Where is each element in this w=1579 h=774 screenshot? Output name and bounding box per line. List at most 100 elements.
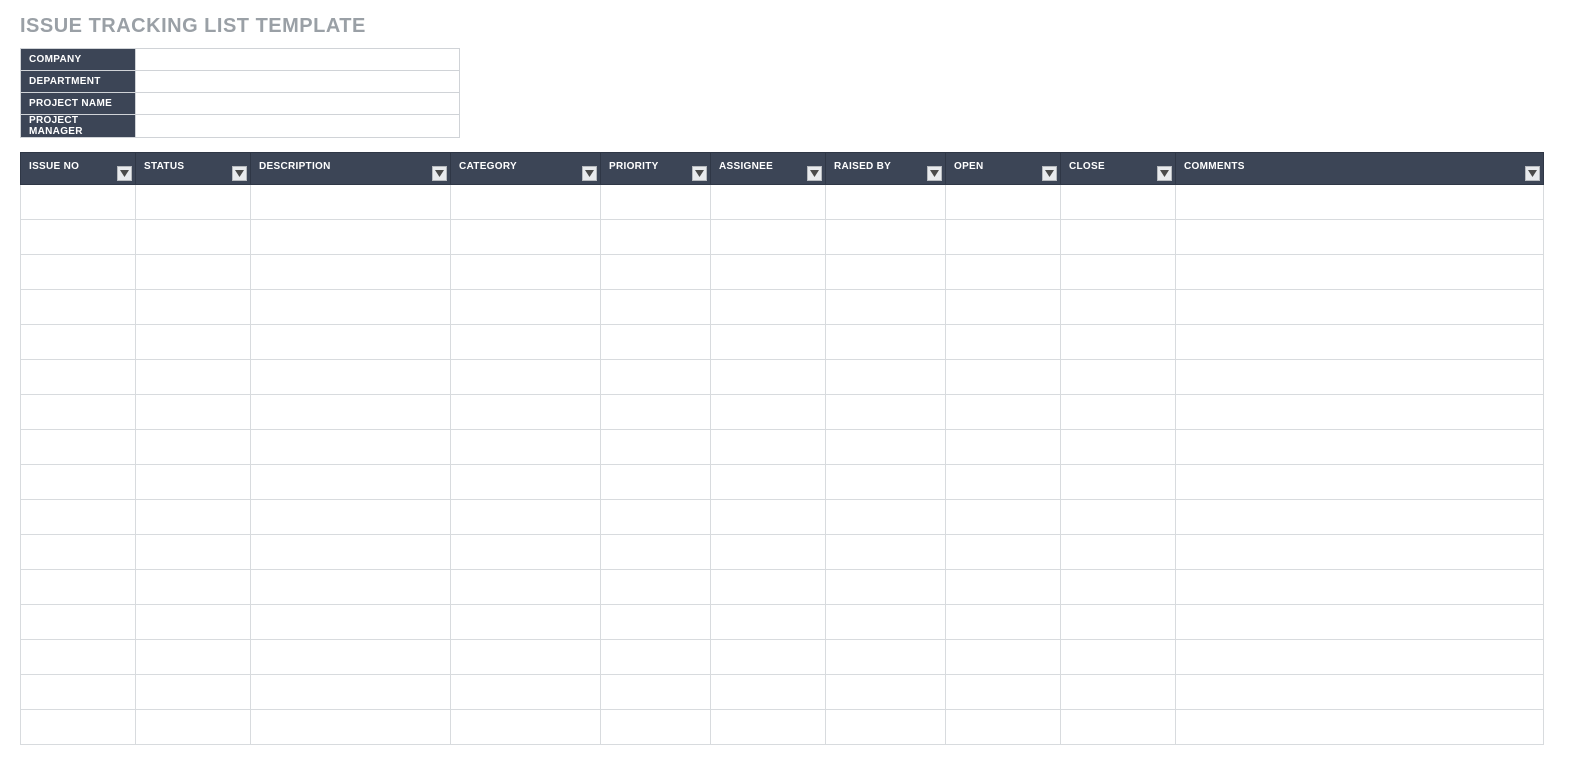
cell-close[interactable] (1061, 290, 1176, 325)
cell-category[interactable] (451, 675, 601, 710)
cell-priority[interactable] (601, 500, 711, 535)
cell-assignee[interactable] (711, 185, 826, 220)
cell-raised_by[interactable] (826, 360, 946, 395)
cell-issue_no[interactable] (21, 430, 136, 465)
cell-open[interactable] (946, 220, 1061, 255)
cell-raised_by[interactable] (826, 465, 946, 500)
cell-comments[interactable] (1176, 675, 1544, 710)
cell-open[interactable] (946, 255, 1061, 290)
cell-close[interactable] (1061, 605, 1176, 640)
cell-priority[interactable] (601, 290, 711, 325)
filter-dropdown-icon[interactable] (927, 166, 942, 181)
cell-comments[interactable] (1176, 395, 1544, 430)
cell-close[interactable] (1061, 535, 1176, 570)
cell-open[interactable] (946, 605, 1061, 640)
cell-close[interactable] (1061, 395, 1176, 430)
cell-open[interactable] (946, 465, 1061, 500)
cell-priority[interactable] (601, 395, 711, 430)
cell-description[interactable] (251, 220, 451, 255)
cell-category[interactable] (451, 185, 601, 220)
cell-issue_no[interactable] (21, 710, 136, 745)
meta-value-project-name[interactable] (136, 93, 460, 115)
cell-close[interactable] (1061, 325, 1176, 360)
cell-priority[interactable] (601, 430, 711, 465)
cell-priority[interactable] (601, 325, 711, 360)
cell-status[interactable] (136, 325, 251, 360)
cell-close[interactable] (1061, 640, 1176, 675)
cell-comments[interactable] (1176, 360, 1544, 395)
cell-issue_no[interactable] (21, 535, 136, 570)
cell-priority[interactable] (601, 185, 711, 220)
cell-open[interactable] (946, 430, 1061, 465)
cell-assignee[interactable] (711, 605, 826, 640)
cell-open[interactable] (946, 535, 1061, 570)
cell-issue_no[interactable] (21, 570, 136, 605)
filter-dropdown-icon[interactable] (1157, 166, 1172, 181)
cell-description[interactable] (251, 640, 451, 675)
cell-status[interactable] (136, 360, 251, 395)
cell-open[interactable] (946, 360, 1061, 395)
cell-status[interactable] (136, 220, 251, 255)
cell-category[interactable] (451, 220, 601, 255)
cell-description[interactable] (251, 675, 451, 710)
cell-assignee[interactable] (711, 325, 826, 360)
cell-assignee[interactable] (711, 430, 826, 465)
cell-description[interactable] (251, 395, 451, 430)
cell-comments[interactable] (1176, 710, 1544, 745)
cell-issue_no[interactable] (21, 465, 136, 500)
cell-description[interactable] (251, 605, 451, 640)
cell-category[interactable] (451, 290, 601, 325)
cell-description[interactable] (251, 710, 451, 745)
cell-category[interactable] (451, 255, 601, 290)
cell-comments[interactable] (1176, 640, 1544, 675)
cell-assignee[interactable] (711, 395, 826, 430)
cell-close[interactable] (1061, 255, 1176, 290)
cell-category[interactable] (451, 710, 601, 745)
cell-assignee[interactable] (711, 675, 826, 710)
cell-issue_no[interactable] (21, 255, 136, 290)
cell-raised_by[interactable] (826, 220, 946, 255)
cell-open[interactable] (946, 675, 1061, 710)
meta-value-project-manager[interactable] (136, 115, 460, 138)
cell-issue_no[interactable] (21, 395, 136, 430)
cell-raised_by[interactable] (826, 605, 946, 640)
cell-raised_by[interactable] (826, 500, 946, 535)
cell-issue_no[interactable] (21, 675, 136, 710)
cell-category[interactable] (451, 395, 601, 430)
cell-status[interactable] (136, 605, 251, 640)
cell-description[interactable] (251, 185, 451, 220)
cell-open[interactable] (946, 290, 1061, 325)
cell-issue_no[interactable] (21, 290, 136, 325)
filter-dropdown-icon[interactable] (232, 166, 247, 181)
cell-status[interactable] (136, 710, 251, 745)
cell-category[interactable] (451, 360, 601, 395)
cell-raised_by[interactable] (826, 255, 946, 290)
filter-dropdown-icon[interactable] (1525, 166, 1540, 181)
meta-value-department[interactable] (136, 71, 460, 93)
cell-close[interactable] (1061, 185, 1176, 220)
cell-open[interactable] (946, 570, 1061, 605)
filter-dropdown-icon[interactable] (432, 166, 447, 181)
cell-description[interactable] (251, 465, 451, 500)
cell-issue_no[interactable] (21, 360, 136, 395)
cell-close[interactable] (1061, 710, 1176, 745)
cell-raised_by[interactable] (826, 675, 946, 710)
cell-category[interactable] (451, 325, 601, 360)
cell-assignee[interactable] (711, 535, 826, 570)
cell-priority[interactable] (601, 640, 711, 675)
cell-priority[interactable] (601, 675, 711, 710)
cell-raised_by[interactable] (826, 290, 946, 325)
cell-close[interactable] (1061, 675, 1176, 710)
cell-category[interactable] (451, 640, 601, 675)
cell-status[interactable] (136, 290, 251, 325)
cell-priority[interactable] (601, 360, 711, 395)
cell-category[interactable] (451, 465, 601, 500)
cell-open[interactable] (946, 395, 1061, 430)
cell-close[interactable] (1061, 430, 1176, 465)
cell-priority[interactable] (601, 465, 711, 500)
cell-raised_by[interactable] (826, 710, 946, 745)
cell-issue_no[interactable] (21, 185, 136, 220)
cell-assignee[interactable] (711, 290, 826, 325)
cell-issue_no[interactable] (21, 500, 136, 535)
cell-description[interactable] (251, 325, 451, 360)
